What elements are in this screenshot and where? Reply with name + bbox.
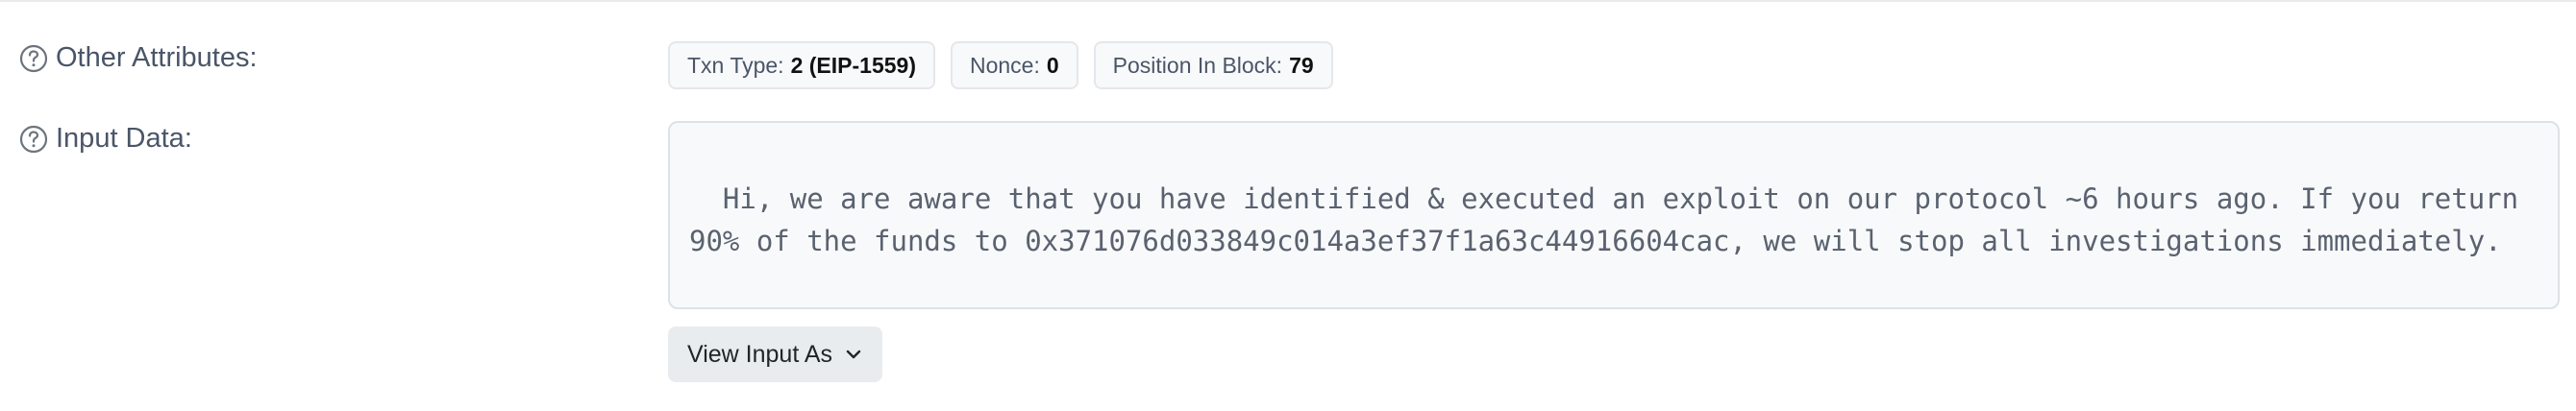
badge-key: Nonce: <box>969 52 1040 78</box>
position-in-block-badge: Position In Block: 79 <box>1093 41 1333 89</box>
badge-value: 2 (EIP-1559) <box>790 52 916 78</box>
top-divider <box>0 0 2576 2</box>
badge-value: 0 <box>1046 52 1059 78</box>
nonce-badge: Nonce: 0 <box>950 41 1078 89</box>
view-input-as-label: View Input As <box>687 340 833 368</box>
badge-key: Txn Type: <box>687 52 784 78</box>
chevron-down-icon <box>844 345 863 364</box>
attribute-badges: Txn Type: 2 (EIP-1559) Nonce: 0 Position… <box>668 41 1333 89</box>
question-circle-icon[interactable] <box>19 44 48 73</box>
question-circle-icon[interactable] <box>19 125 48 154</box>
other-attributes-label-group: Other Attributes: <box>19 42 258 74</box>
other-attributes-label: Other Attributes: <box>56 42 258 73</box>
input-data-label: Input Data: <box>56 123 192 154</box>
badge-key: Position In Block: <box>1112 52 1283 78</box>
txn-type-badge: Txn Type: 2 (EIP-1559) <box>668 41 935 89</box>
view-input-as-button[interactable]: View Input As <box>668 326 883 382</box>
input-data-label-group: Input Data: <box>19 123 192 155</box>
input-data-textarea[interactable]: Hi, we are aware that you have identifie… <box>668 121 2560 309</box>
badge-value: 79 <box>1289 52 1314 78</box>
resize-handle-icon[interactable] <box>2539 288 2554 303</box>
input-data-text: Hi, we are aware that you have identifie… <box>689 182 2536 257</box>
